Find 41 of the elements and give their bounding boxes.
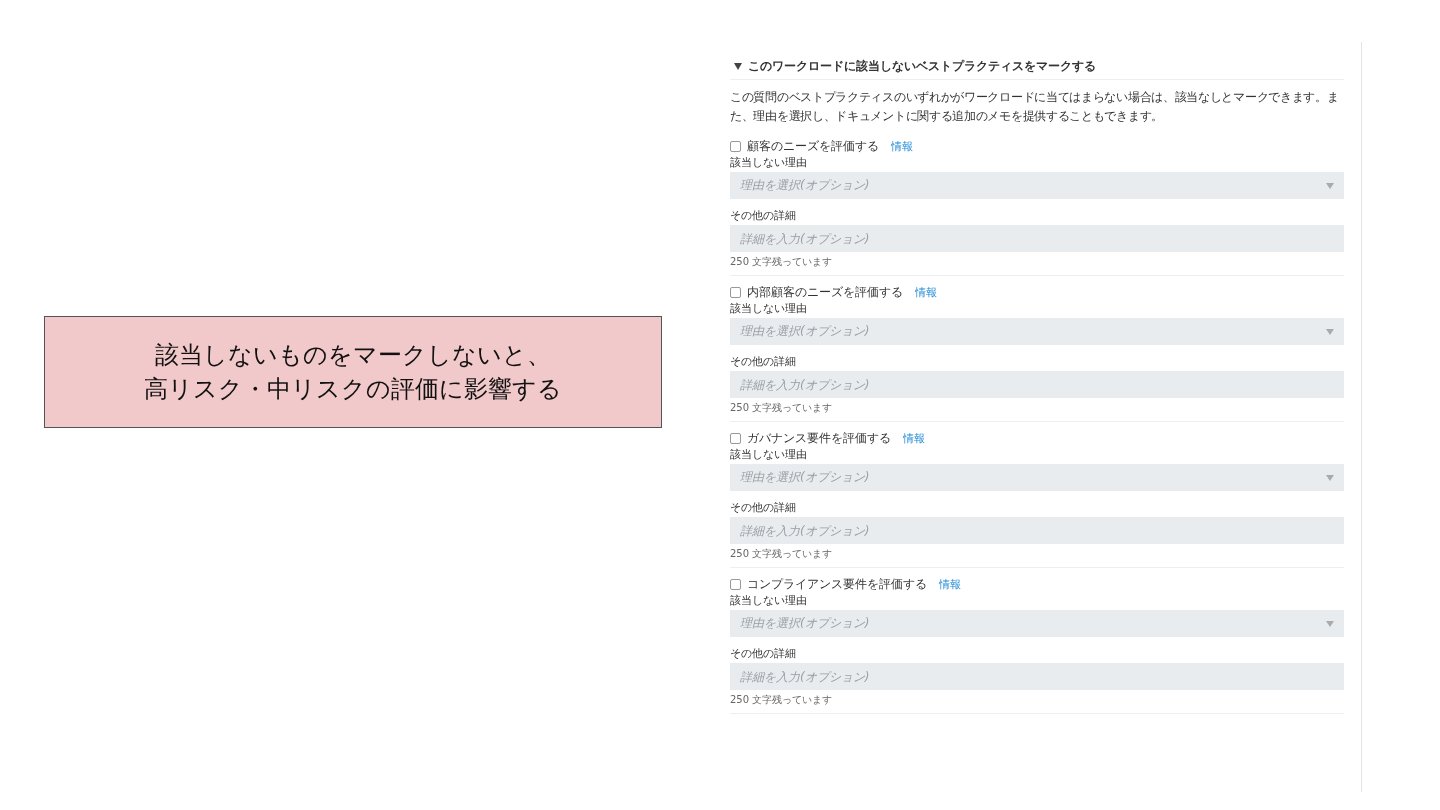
reason-dropdown[interactable]: 理由を選択(オプション) [730, 172, 1344, 199]
info-link[interactable]: 情報 [915, 284, 937, 300]
character-counter: 250 文字残っています [730, 693, 834, 707]
caret-icon [1326, 182, 1334, 189]
expand-triangle-icon[interactable] [734, 62, 742, 70]
checkbox[interactable] [730, 432, 741, 444]
caret-icon [1326, 620, 1334, 627]
character-counter: 250 文字残っています [730, 255, 834, 269]
field-label: その他の詳細 [730, 646, 797, 662]
details-input-field[interactable]: 詳細を入力(オプション) [730, 371, 1344, 398]
description-text: この質問のベストプラクティスのいずれかがワークロードに当てはまらない場合は、該当なしとマークできます。また、理由を選択し、ドキュメントに関する追加のメモを提供することもできます。 [730, 89, 1340, 125]
checkbox[interactable] [730, 140, 741, 152]
info-link[interactable]: 情報 [903, 430, 925, 446]
checkbox-label[interactable]: 顧客のニーズを評価する [747, 137, 879, 155]
checkbox-label[interactable]: 内部顧客のニーズを評価する [747, 283, 903, 301]
character-counter: 250 文字残っています [730, 401, 834, 415]
character-counter: 250 文字残っています [730, 547, 834, 561]
checkbox-label[interactable]: コンプライアンス要件を評価する [747, 575, 927, 593]
info-link[interactable]: 情報 [891, 138, 913, 154]
checkbox[interactable] [730, 286, 741, 298]
details-input-field[interactable]: 詳細を入力(オプション) [730, 663, 1344, 690]
field-label: 該当しない理由 [730, 447, 808, 463]
details-input-field[interactable]: 詳細を入力(オプション) [730, 225, 1344, 252]
field-label: 該当しない理由 [730, 301, 808, 317]
field-label: 該当しない理由 [730, 155, 808, 171]
checkbox-label[interactable]: ガバナンス要件を評価する [747, 429, 891, 447]
caret-icon [1326, 474, 1334, 481]
info-link[interactable]: 情報 [939, 576, 961, 592]
details-input-field[interactable]: 詳細を入力(オプション) [730, 517, 1344, 544]
caret-icon [1326, 328, 1334, 335]
field-label: 該当しない理由 [730, 593, 808, 609]
callout-text: 該当しないものをマークしないと、 [155, 340, 551, 371]
reason-dropdown[interactable]: 理由を選択(オプション) [730, 610, 1344, 637]
callout-text: 高リスク・中リスクの評価に影響する [144, 374, 562, 405]
reason-dropdown[interactable]: 理由を選択(オプション) [730, 318, 1344, 345]
field-label: その他の詳細 [730, 500, 797, 516]
checkbox[interactable] [730, 578, 741, 590]
reason-dropdown[interactable]: 理由を選択(オプション) [730, 464, 1344, 491]
field-label: その他の詳細 [730, 354, 797, 370]
field-label: その他の詳細 [730, 208, 797, 224]
section-title[interactable]: このワークロードに該当しないベストプラクティスをマークする [748, 57, 1096, 75]
